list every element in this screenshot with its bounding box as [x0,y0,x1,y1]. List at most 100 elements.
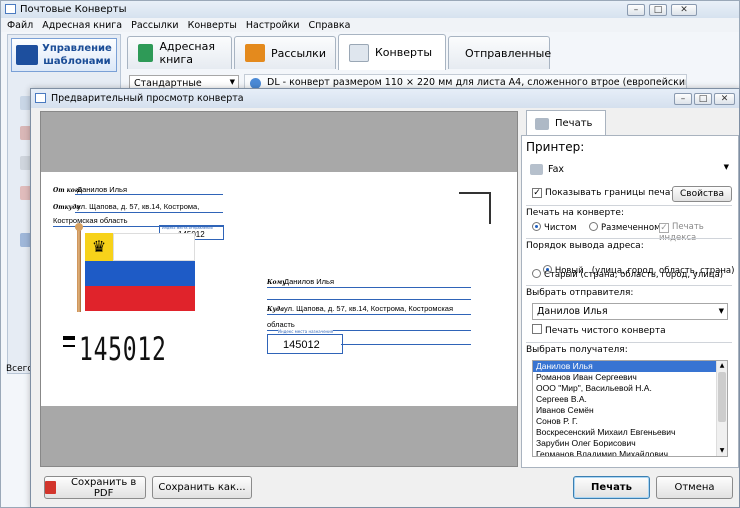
menu-help[interactable]: Справка [309,20,351,31]
format-description: DL - конверт размером 110 × 220 мм для л… [267,77,687,88]
menu-envelopes[interactable]: Конверты [188,20,237,31]
recipient-list[interactable]: Данилов Илья Романов Иван Сергеевич ООО "М… [532,360,728,457]
tab-address-book[interactable]: Адресная книга [127,36,232,69]
tab-print-label: Печать [555,118,593,129]
print-button-label: Печать [591,482,632,493]
recipient-items: Данилов Илья Романов Иван Сергеевич ООО "М… [533,361,716,456]
recipient-list-item[interactable]: Воскресенский Михаил Евгеньевич [533,427,716,438]
recipient-list-item[interactable]: Сонов Р. Г. [533,416,716,427]
tab-envelopes[interactable]: Конверты [338,34,446,70]
tab-sent-label: Отправленные [465,46,552,60]
printer-select[interactable]: Fax ▼ [526,159,732,179]
dialog-titlebar: Предварительный просмотр конверта – □ ✕ [31,89,739,108]
cancel-button[interactable]: Отмена [656,476,733,499]
dialog-minimize-icon[interactable]: – [674,93,692,105]
preview-canvas: От кого Данилов Илья Откуда ул. Щапова, … [40,111,518,467]
close-icon[interactable]: ✕ [671,4,697,16]
flag-emblem: ♛ [85,233,113,261]
flag-finial [75,223,83,231]
show-borders-label: Показывать границы печати [545,188,682,198]
radio-clean-label: Чистом [544,223,577,233]
from-address-line1: ул. Щапова, д. 57, кв.14, Кострома, [77,202,200,211]
barcode-index: 145012 [63,330,195,370]
radio-clean-dot [532,222,541,231]
dialog-close-icon[interactable]: ✕ [714,93,735,105]
printer-label: Принтер: [526,140,585,154]
maximize-icon[interactable]: □ [649,4,667,16]
envelope-sheet: От кого Данилов Илья Откуда ул. Щапова, … [41,172,517,406]
to-address-line1: ул. Щапова, д. 57, кв.14, Кострома, Кост… [284,304,454,313]
scroll-down-icon[interactable]: ▼ [717,446,727,456]
sender-group: Выбрать отправителя: [526,285,732,298]
print-button[interactable]: Печать [573,476,650,499]
properties-button[interactable]: Свойства [672,186,732,202]
scroll-up-icon[interactable]: ▲ [717,361,727,371]
recipient-list-item[interactable]: Зарубин Олег Борисович [533,438,716,449]
sidebar-header[interactable]: Управление шаблонами [11,38,117,72]
print-blank-check [532,324,542,334]
save-as-label: Сохранить как... [158,482,246,493]
main-titlebar: Почтовые Конверты – □ ✕ [1,1,739,18]
radio-marked-dot [589,222,598,231]
cancel-button-label: Отмена [674,482,715,493]
save-pdf-label: Сохранить в PDF [70,476,137,499]
chevron-down-icon: ▼ [229,78,235,86]
radio-order-old[interactable]: Старый (страна, область, город, улица) [532,269,723,280]
flag-pole [77,228,81,312]
recipient-list-item[interactable]: Романов Иван Сергеевич [533,372,716,383]
preview-dialog: Предварительный просмотр конверта – □ ✕ … [30,88,740,508]
recipient-list-item[interactable]: Иванов Семён [533,405,716,416]
stamp-corner-mark [459,192,491,224]
tab-mailings[interactable]: Рассылки [234,36,336,69]
save-as-button[interactable]: Сохранить как... [152,476,252,499]
save-pdf-button[interactable]: Сохранить в PDF [44,476,146,499]
radio-marked-label: Размеченном [601,223,661,233]
print-on-envelope-label: Печать на конверте: [526,208,624,218]
flag-icon: ♛ [73,220,199,318]
dialog-maximize-icon[interactable]: □ [694,93,712,105]
flag-white-stripe [113,233,195,261]
show-borders-check: ✓ [532,188,542,198]
tab-envelopes-label: Конверты [375,46,433,59]
tab-print[interactable]: Печать [526,110,606,136]
to-blank-line [267,299,471,300]
radio-order-old-label: Старый (страна, область, город, улица) [544,270,724,280]
sender-select[interactable]: Данилов Илья ▼ [532,303,728,320]
recipient-list-item[interactable]: ООО "Мир", Васильевой Н.А. [533,383,716,394]
recipient-index-caption: Индекс места назначения [278,329,334,334]
menu-settings[interactable]: Настройки [246,20,300,31]
scroll-thumb[interactable] [718,372,726,422]
to-name-line [267,287,471,288]
address-order-label: Порядок вывода адреса: [526,241,644,251]
print-blank-checkbox[interactable]: Печать чистого конверта [532,324,666,336]
from-address-line1-rule [75,212,223,213]
recipient-list-item[interactable]: Данилов Илья [533,361,716,372]
barcode-marker [63,336,75,340]
address-book-icon [138,44,154,62]
templates-icon [16,45,38,65]
show-borders-checkbox[interactable]: ✓ Показывать границы печати [532,188,681,198]
menu-mailings[interactable]: Рассылки [131,20,178,31]
sender-value: Данилов Илья [537,306,608,317]
properties-button-label: Свойства [680,189,724,199]
recipient-scrollbar[interactable]: ▲ ▼ [716,361,727,456]
to-address-line1-rule [267,314,471,315]
radio-order-old-dot [532,269,541,278]
printer-name: Fax [548,163,565,175]
printer-icon [535,117,549,130]
menu-address-book[interactable]: Адресная книга [42,20,122,31]
menu-file[interactable]: Файл [7,20,33,31]
sender-label: Выбрать отправителя: [526,288,634,298]
main-window-title: Почтовые Конверты [20,4,127,15]
radio-marked[interactable]: Размеченном [589,222,660,233]
minimize-icon[interactable]: – [627,4,645,16]
recipient-list-item[interactable]: Сергеев В.А. [533,394,716,405]
radio-clean[interactable]: Чистом [532,222,577,233]
recipient-list-item[interactable]: Германов Владимир Михайлович [533,449,716,456]
barcode-marker-2 [63,345,75,347]
mailing-icon [245,44,265,62]
dialog-title: Предварительный просмотр конверта [51,93,244,104]
tab-sent[interactable]: Отправленные [448,36,552,69]
menu-bar: Файл Адресная книга Рассылки Конверты На… [1,18,739,32]
sender-chevron-down-icon: ▼ [718,307,724,315]
